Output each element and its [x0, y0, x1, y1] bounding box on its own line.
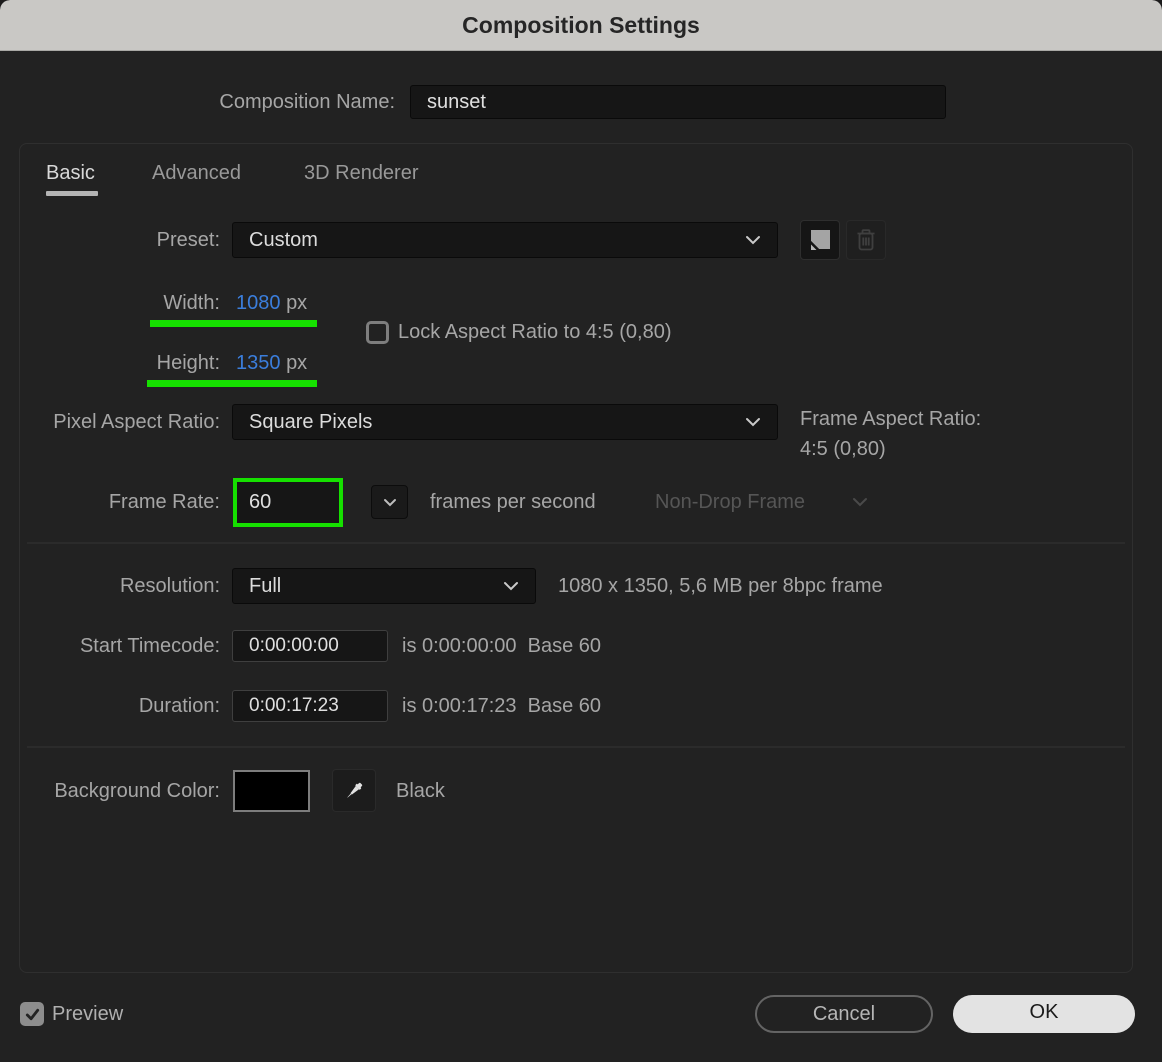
pixel-aspect-ratio-value: Square Pixels [249, 410, 373, 433]
dialog-titlebar: Composition Settings [0, 0, 1162, 51]
preset-label: Preset: [156, 229, 220, 251]
width-value[interactable]: 1080 [236, 292, 281, 314]
frame-rate-label: Frame Rate: [108, 491, 220, 513]
background-color-label: Background Color: [54, 780, 220, 802]
preset-value: Custom [249, 228, 318, 251]
composition-settings-dialog: Composition Settings Composition Name: B… [0, 0, 1162, 1062]
trash-icon [857, 229, 875, 251]
frame-aspect-ratio-value: 4:5 (0,80) [800, 438, 886, 460]
duration-label: Duration: [138, 695, 220, 717]
resolution-dropdown[interactable]: Full [232, 568, 536, 604]
eyedropper-icon [347, 782, 363, 798]
chevron-down-icon [746, 418, 760, 427]
annotation-width-underline [150, 320, 317, 327]
lock-aspect-ratio-checkbox[interactable] [366, 321, 389, 344]
tab-basic-active-underline [46, 191, 98, 196]
save-preset-button[interactable] [800, 220, 840, 260]
width-unit: px [286, 292, 308, 314]
start-timecode-input[interactable] [232, 630, 388, 662]
checkmark-icon [25, 1008, 39, 1020]
chevron-down-icon [383, 498, 396, 506]
width-value-group[interactable]: 1080 px [236, 289, 307, 317]
height-label: Height: [156, 352, 220, 374]
pixel-aspect-ratio-dropdown[interactable]: Square Pixels [232, 404, 778, 440]
section-divider [27, 746, 1125, 748]
section-divider [27, 542, 1125, 544]
annotation-height-underline [147, 380, 317, 387]
background-color-swatch[interactable] [233, 770, 310, 812]
start-timecode-label: Start Timecode: [79, 635, 220, 657]
pixel-aspect-ratio-label: Pixel Aspect Ratio: [53, 411, 220, 433]
height-unit: px [286, 352, 308, 374]
start-timecode-info: is 0:00:00:00 Base 60 [402, 635, 602, 657]
tab-basic[interactable]: Basic [46, 158, 95, 188]
tab-3d-renderer[interactable]: 3D Renderer [304, 158, 419, 188]
frame-aspect-ratio-label: Frame Aspect Ratio: [800, 408, 982, 430]
duration-info: is 0:00:17:23 Base 60 [402, 695, 602, 717]
eyedropper-button[interactable] [332, 769, 376, 812]
dialog-title: Composition Settings [462, 12, 700, 38]
preset-dropdown[interactable]: Custom [232, 222, 778, 258]
resolution-label: Resolution: [119, 575, 220, 597]
frames-per-second-label: frames per second [430, 491, 596, 513]
frame-rate-dropdown-button[interactable] [371, 485, 408, 519]
chevron-down-icon [504, 582, 518, 591]
composition-name-label: Composition Name: [219, 91, 395, 113]
width-label: Width: [163, 292, 220, 314]
height-value-group[interactable]: 1350 px [236, 349, 307, 377]
duration-input[interactable] [232, 690, 388, 722]
tab-advanced[interactable]: Advanced [152, 158, 241, 188]
drop-frame-dropdown: Non-Drop Frame [655, 491, 806, 513]
cancel-button[interactable]: Cancel [755, 995, 933, 1033]
annotation-frame-rate-highlight [233, 478, 343, 527]
preview-checkbox[interactable] [20, 1002, 44, 1026]
background-color-name: Black [396, 780, 445, 802]
lock-aspect-ratio-label: Lock Aspect Ratio to 4:5 (0,80) [398, 321, 672, 343]
chevron-down-icon-disabled [853, 498, 867, 507]
composition-name-input[interactable] [410, 85, 946, 119]
ok-button[interactable]: OK [953, 995, 1135, 1033]
preview-label: Preview [52, 1003, 124, 1025]
delete-preset-button[interactable] [846, 220, 886, 260]
chevron-down-icon [746, 236, 760, 245]
basic-tab-panel [19, 143, 1133, 973]
resolution-value: Full [249, 574, 282, 597]
height-value[interactable]: 1350 [236, 352, 281, 374]
save-preset-icon [810, 229, 830, 250]
frame-rate-input[interactable] [237, 482, 339, 523]
resolution-info: 1080 x 1350, 5,6 MB per 8bpc frame [558, 575, 883, 597]
